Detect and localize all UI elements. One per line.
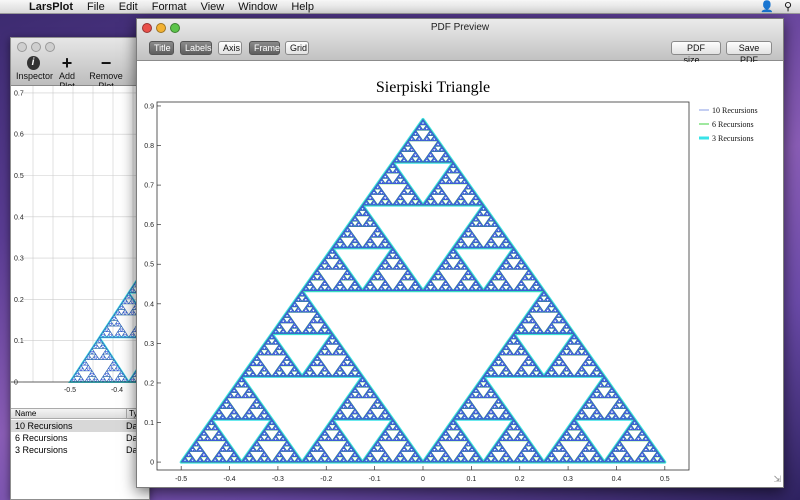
mini-y-tick-label: 0.6	[14, 132, 24, 139]
x-tick-label: 0.3	[563, 476, 573, 483]
name-column-header[interactable]: Name	[15, 409, 36, 418]
plot-list-header: Name Typ	[11, 408, 149, 419]
y-tick-label: 0.6	[144, 222, 154, 229]
y-tick-label: 0.4	[144, 301, 154, 308]
document-toolbar: i Inspector + Add Plot − Remove Plot	[11, 38, 149, 91]
window-title: PDF Preview	[430, 22, 490, 33]
mini-y-tick-label: 0.4	[14, 214, 24, 221]
list-item-name: 3 Recursions	[15, 445, 68, 455]
y-tick-label: 0.5	[144, 262, 154, 269]
x-tick-label: 0.4	[612, 476, 622, 483]
save-pdf-button[interactable]: Save PDF	[726, 41, 772, 65]
y-tick-label: 0.1	[144, 420, 154, 427]
x-tick-label: 0.2	[515, 476, 525, 483]
resize-grip-icon[interactable]: ⇲	[773, 474, 781, 485]
zoom-button[interactable]	[45, 42, 55, 52]
x-tick-label: 0.1	[466, 476, 476, 483]
labels-toggle[interactable]: Labels	[180, 41, 212, 55]
list-item[interactable]: 6 Recursions Da	[11, 432, 149, 444]
window-titlebar: PDF Preview Title Labels Axis Frame Grid…	[137, 19, 783, 65]
mini-plot: 0.70.60.50.40.30.20.10-0.5-0.4-0.3	[11, 86, 149, 402]
legend-entry: 10 Recursions	[712, 106, 758, 115]
axis-toggle[interactable]: Axis	[218, 41, 242, 55]
menu-format[interactable]: Format	[145, 0, 194, 14]
mini-y-tick-label: 0.1	[14, 338, 24, 345]
legend-entry: 6 Recursions	[712, 120, 754, 129]
list-item[interactable]: 3 Recursions Da	[11, 444, 149, 456]
mini-y-tick-label: 0	[14, 380, 18, 387]
minus-icon: −	[100, 53, 112, 73]
chart-title: Sierpiski Triangle	[376, 79, 490, 96]
y-tick-label: 0.7	[144, 183, 154, 190]
mini-y-tick-label: 0.7	[14, 90, 24, 97]
pdf-plot: Sierpiski Triangle 0 0.1 0.2 0.3 0.4 0.5 0.6 0.7…	[137, 62, 783, 487]
y-tick-label: 0.8	[144, 143, 154, 150]
menu-help[interactable]: Help	[284, 0, 321, 14]
inspector-label: Inspector	[16, 71, 54, 81]
y-tick-label: 0.3	[144, 341, 154, 348]
grid-toggle[interactable]: Grid	[285, 41, 309, 55]
mini-x-tick-label: -0.4	[111, 387, 123, 394]
inspector-button[interactable]: i Inspector	[16, 56, 54, 81]
mini-x-tick-label: -0.5	[64, 387, 76, 394]
minimize-button[interactable]	[31, 42, 41, 52]
plus-icon: +	[61, 53, 73, 73]
list-item-name: 10 Recursions	[15, 421, 73, 431]
user-icon[interactable]: 👤	[760, 0, 774, 13]
title-toggle[interactable]: Title	[149, 41, 174, 55]
list-item-name: 6 Recursions	[15, 433, 68, 443]
spotlight-icon[interactable]: ⚲	[784, 0, 792, 13]
menu-file[interactable]: File	[80, 0, 112, 14]
x-tick-label: -0.2	[320, 476, 332, 483]
mini-y-tick-label: 0.2	[14, 297, 24, 304]
y-tick-label: 0	[150, 460, 154, 467]
menu-bar: LarsPlot File Edit Format View Window He…	[0, 0, 800, 14]
x-tick-label: -0.4	[224, 476, 236, 483]
x-tick-label: 0	[421, 476, 425, 483]
series-line	[180, 119, 666, 463]
x-tick-label: -0.3	[272, 476, 284, 483]
mini-y-tick-label: 0.3	[14, 256, 24, 263]
legend-entry: 3 Recursions	[712, 134, 754, 143]
menu-window[interactable]: Window	[231, 0, 284, 14]
frame-toggle[interactable]: Frame	[249, 41, 280, 55]
pdf-size-button[interactable]: PDF size…	[671, 41, 721, 65]
info-icon: i	[26, 56, 40, 70]
menu-app[interactable]: LarsPlot	[22, 0, 80, 14]
list-item[interactable]: 10 Recursions Da	[11, 420, 149, 432]
y-tick-label: 0.9	[144, 103, 154, 110]
document-window: i Inspector + Add Plot − Remove Plot 0.7…	[10, 37, 150, 500]
menu-view[interactable]: View	[194, 0, 232, 14]
pdf-preview-window: PDF Preview Title Labels Axis Frame Grid…	[136, 18, 784, 488]
mini-y-tick-label: 0.5	[14, 173, 24, 180]
close-button[interactable]	[17, 42, 27, 52]
menu-edit[interactable]: Edit	[112, 0, 145, 14]
x-tick-label: 0.5	[660, 476, 670, 483]
x-tick-label: -0.1	[369, 476, 381, 483]
x-tick-label: -0.5	[175, 476, 187, 483]
y-tick-label: 0.2	[144, 380, 154, 387]
